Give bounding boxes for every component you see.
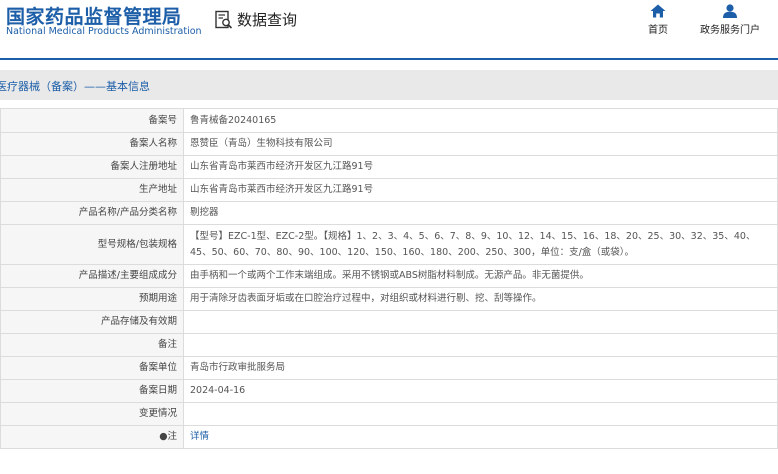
table-row: 备案号 鲁青械备20240165 (0, 108, 778, 133)
field-label: 预期用途 (0, 287, 184, 311)
org-name-en[interactable]: National Medical Products Administration (6, 26, 202, 37)
nav-government-service[interactable]: 政务服务门户 (700, 4, 760, 36)
field-value: 剔挖器 (183, 201, 778, 225)
field-label: 备案人注册地址 (0, 155, 184, 179)
note-label: 注 (167, 431, 177, 442)
field-value: 详情 (183, 425, 778, 449)
site-header: 国家药品监督管理局 National Medical Products Admi… (0, 0, 778, 58)
field-value: 2024-04-16 (183, 379, 778, 403)
field-label: 产品描述/主要组成成分 (0, 264, 184, 288)
org-name-cn[interactable]: 国家药品监督管理局 (6, 2, 182, 29)
table-row: 生产地址 山东省青岛市莱西市经济开发区九江路91号 (0, 178, 778, 202)
field-label: 型号规格/包装规格 (0, 224, 184, 265)
table-row: 变更情况 (0, 402, 778, 426)
data-query-title: 数据查询 (214, 9, 297, 30)
field-label: 产品名称/产品分类名称 (0, 201, 184, 225)
table-row: 产品存储及有效期 (0, 310, 778, 334)
table-row: 产品名称/产品分类名称 剔挖器 (0, 201, 778, 225)
table-row: 备注 (0, 333, 778, 357)
field-value: 鲁青械备20240165 (183, 108, 778, 133)
field-value (183, 333, 778, 357)
field-value: 青岛市行政审批服务局 (183, 356, 778, 380)
section-title-bar: 医疗器械（备案）——基本信息 (0, 70, 778, 100)
field-value: 【型号】EZC-1型、EZC-2型。【规格】1、2、3、4、5、6、7、8、9、… (183, 224, 778, 265)
table-row: 型号规格/包装规格 【型号】EZC-1型、EZC-2型。【规格】1、2、3、4、… (0, 224, 778, 265)
field-value: 由手柄和一个或两个工作末端组成。采用不锈钢或ABS树脂材料制成。无源产品。非无菌… (183, 264, 778, 288)
record-detail-table: 备案号 鲁青械备20240165 备案人名称 恩赞臣（青岛）生物科技有限公司 备… (0, 108, 778, 449)
table-row: 备案人注册地址 山东省青岛市莱西市经济开发区九江路91号 (0, 155, 778, 179)
header-divider (0, 58, 778, 60)
table-row: 产品描述/主要组成成分 由手柄和一个或两个工作末端组成。采用不锈钢或ABS树脂材… (0, 264, 778, 288)
search-document-icon (215, 10, 233, 29)
field-label: 备案号 (0, 108, 184, 133)
home-icon (650, 4, 666, 18)
field-value (183, 310, 778, 334)
field-value: 恩赞臣（青岛）生物科技有限公司 (183, 132, 778, 156)
nav-home[interactable]: 首页 (648, 4, 668, 36)
field-value (183, 402, 778, 426)
user-icon (723, 4, 737, 18)
field-label: 备案单位 (0, 356, 184, 380)
table-row: 预期用途 用于清除牙齿表面牙垢或在口腔治疗过程中，对组织或材料进行剔、挖、刮等操… (0, 287, 778, 311)
field-label: 备案日期 (0, 379, 184, 403)
field-value: 用于清除牙齿表面牙垢或在口腔治疗过程中，对组织或材料进行剔、挖、刮等操作。 (183, 287, 778, 311)
query-label: 数据查询 (237, 11, 298, 29)
field-label: 备案人名称 (0, 132, 184, 156)
field-label: 备注 (0, 333, 184, 357)
nav-service-label[interactable]: 政务服务门户 (700, 21, 760, 36)
field-value: 山东省青岛市莱西市经济开发区九江路91号 (183, 155, 778, 179)
nav-home-label[interactable]: 首页 (648, 21, 668, 36)
detail-link[interactable]: 详情 (190, 431, 209, 442)
field-label: 生产地址 (0, 178, 184, 202)
field-label: 产品存储及有效期 (0, 310, 184, 334)
table-row: 备案单位 青岛市行政审批服务局 (0, 356, 778, 380)
field-value: 山东省青岛市莱西市经济开发区九江路91号 (183, 178, 778, 202)
table-row: 备案人名称 恩赞臣（青岛）生物科技有限公司 (0, 132, 778, 156)
table-row: ●注 详情 (0, 425, 778, 449)
section-title: 医疗器械（备案）——基本信息 (0, 80, 150, 93)
field-label: ●注 (0, 425, 184, 449)
table-row: 备案日期 2024-04-16 (0, 379, 778, 403)
field-label: 变更情况 (0, 402, 184, 426)
